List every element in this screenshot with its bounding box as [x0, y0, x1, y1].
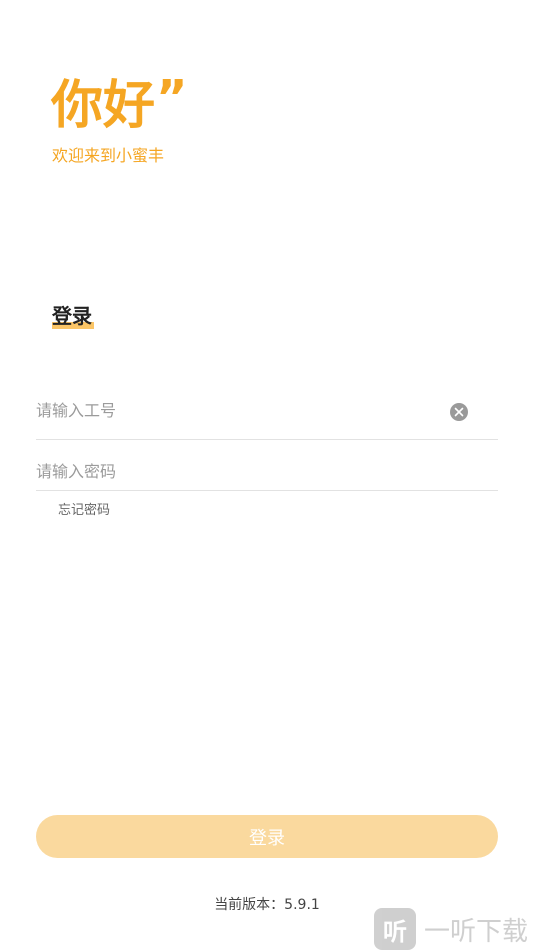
clear-x-glyph	[454, 407, 464, 417]
watermark-text: 一听下载	[424, 916, 529, 947]
employee-id-field	[36, 398, 498, 440]
login-button[interactable]: 登录	[36, 815, 498, 858]
password-field	[36, 459, 498, 491]
employee-id-input[interactable]	[36, 398, 436, 422]
watermark-badge: 听	[374, 908, 416, 950]
login-section-title: 登录	[52, 304, 94, 329]
login-section-title-text: 登录	[52, 304, 92, 328]
clear-icon[interactable]	[450, 403, 468, 421]
greeting-text: 你好	[51, 76, 156, 136]
forgot-password-link[interactable]: 忘记密码	[58, 504, 110, 517]
greeting-heading: 你好”	[51, 74, 188, 132]
watermark-logo: 听 一听下载	[374, 908, 528, 950]
greeting-quote-mark: ”	[156, 70, 188, 126]
password-input[interactable]	[36, 459, 436, 483]
welcome-subtitle: 欢迎来到小蜜丰	[52, 146, 165, 165]
